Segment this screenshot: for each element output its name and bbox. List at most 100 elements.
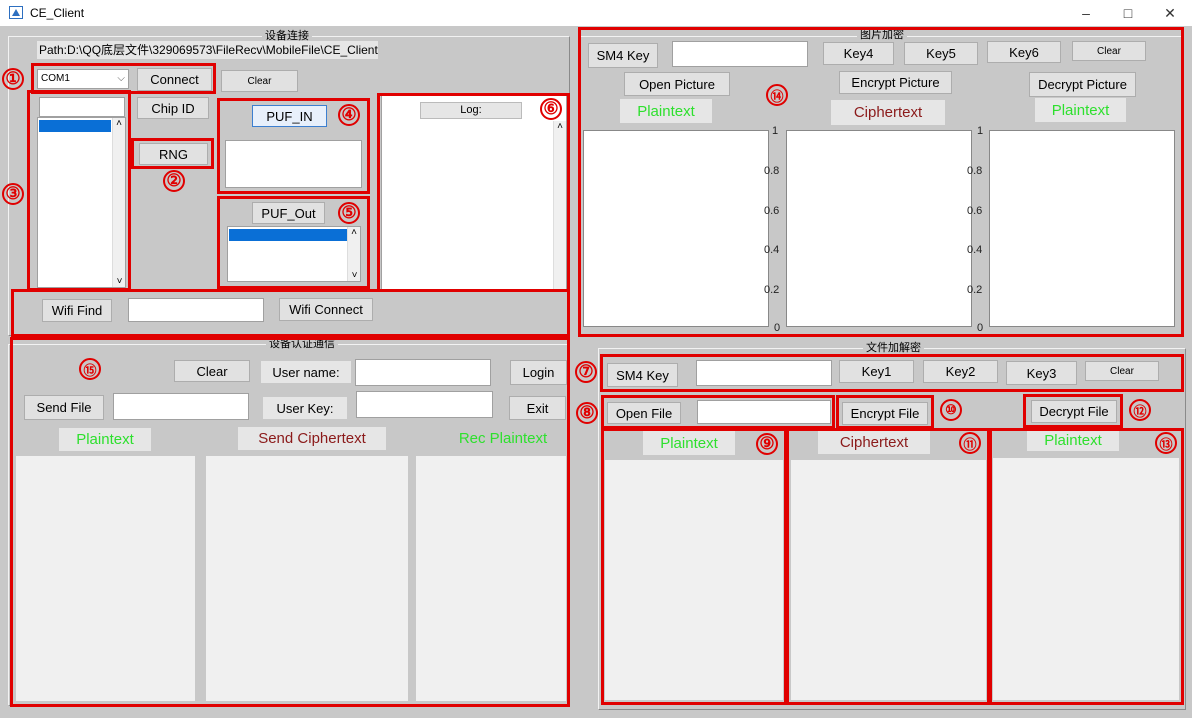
axis3-tick-1: 1 xyxy=(977,125,984,137)
chip-id-button[interactable]: Chip ID xyxy=(137,97,209,119)
file-panel-title: 文件加解密 xyxy=(863,342,924,354)
puf-out-listbox[interactable]: ˄ ˅ xyxy=(227,226,361,282)
image-decrypted-plaintext-label: Plaintext xyxy=(1035,98,1126,122)
key4-button[interactable]: Key4 xyxy=(823,42,894,65)
login-button[interactable]: Login xyxy=(510,360,567,385)
file-ciphertext-label: Ciphertext xyxy=(818,430,930,454)
log-scrollbar[interactable]: ˄ xyxy=(553,121,566,290)
annotation-number-8: ⑧ xyxy=(576,402,598,424)
send-file-button[interactable]: Send File xyxy=(24,395,104,420)
encrypt-file-button[interactable]: Encrypt File xyxy=(842,402,928,425)
auth-plaintext-label: Plaintext xyxy=(59,428,151,451)
decrypted-image-axes[interactable] xyxy=(989,130,1175,327)
auth-panel-title: 设备认证通信 xyxy=(266,338,338,350)
puf-in-button[interactable]: PUF_IN xyxy=(252,105,327,127)
file-clear-button[interactable]: Clear xyxy=(1085,361,1159,381)
file-sm4-key-button[interactable]: SM4 Key xyxy=(607,363,678,387)
device-clear-button[interactable]: Clear xyxy=(221,70,298,92)
exit-button[interactable]: Exit xyxy=(509,396,566,420)
file-decrypted-plaintext-label: Plaintext xyxy=(1027,429,1119,451)
key1-button[interactable]: Key1 xyxy=(839,360,914,383)
listbox-scrollbar[interactable]: ˄ ˅ xyxy=(112,118,125,287)
maximize-button[interactable]: □ xyxy=(1111,2,1145,24)
file-plaintext-label: Plaintext xyxy=(643,431,735,455)
annotation-number-1: ① xyxy=(2,68,24,90)
scroll-down-icon[interactable]: ˅ xyxy=(113,276,126,287)
ciphertext-image-axes[interactable] xyxy=(786,130,972,327)
file-ciphertext-pane[interactable] xyxy=(791,460,986,700)
decrypt-picture-button[interactable]: Decrypt Picture xyxy=(1029,72,1136,97)
annotation-number-15: ⑮ xyxy=(79,358,101,380)
decrypt-file-button[interactable]: Decrypt File xyxy=(1031,400,1117,423)
axis2-tick-0: 0 xyxy=(774,322,781,334)
puf-in-field[interactable] xyxy=(225,140,362,188)
window-title: CE_Client xyxy=(30,6,85,20)
selected-list-item[interactable] xyxy=(39,120,111,132)
puf-out-button[interactable]: PUF_Out xyxy=(252,202,325,224)
key5-button[interactable]: Key5 xyxy=(904,42,978,65)
log-area[interactable]: Log: ˄ xyxy=(381,95,567,291)
auth-clear-button[interactable]: Clear xyxy=(174,360,250,382)
scroll-up-icon[interactable]: ˄ xyxy=(554,121,566,132)
annotation-number-13: ⑬ xyxy=(1155,432,1177,454)
annotation-number-14: ⑭ xyxy=(766,84,788,106)
send-ciphertext-pane[interactable] xyxy=(206,456,408,701)
axis2-tick-1: 1 xyxy=(772,125,779,137)
rec-plaintext-pane[interactable] xyxy=(416,456,566,701)
annotation-number-9: ⑨ xyxy=(756,433,778,455)
image-sm4-key-button[interactable]: SM4 Key xyxy=(588,43,658,68)
userkey-label: User Key: xyxy=(263,397,347,419)
axis2-tick-0.6: 0.6 xyxy=(764,205,780,217)
wifi-find-button[interactable]: Wifi Find xyxy=(42,299,112,322)
send-file-field[interactable] xyxy=(113,393,249,420)
open-file-field[interactable] xyxy=(697,400,831,424)
image-clear-button[interactable]: Clear xyxy=(1072,41,1146,61)
rec-plaintext-label: Rec Plaintext xyxy=(440,427,566,449)
puf-out-scrollbar[interactable]: ˄ ˅ xyxy=(347,227,360,281)
file-decrypted-pane[interactable] xyxy=(993,458,1179,700)
annotation-number-5: ⑤ xyxy=(338,202,360,224)
image-key-field[interactable] xyxy=(672,41,808,67)
puf-out-selected-item[interactable] xyxy=(229,229,347,241)
scroll-up-icon[interactable]: ˄ xyxy=(113,118,125,129)
encrypt-picture-button[interactable]: Encrypt Picture xyxy=(839,71,952,94)
close-button[interactable]: ✕ xyxy=(1153,2,1187,24)
image-ciphertext-label: Ciphertext xyxy=(831,100,945,125)
scroll-up-icon[interactable]: ˄ xyxy=(348,227,360,238)
open-picture-button[interactable]: Open Picture xyxy=(624,72,730,96)
minimize-button[interactable]: – xyxy=(1069,2,1103,24)
image-panel-title: 图片加密 xyxy=(857,29,907,41)
device-listbox[interactable]: ˄ ˅ xyxy=(37,117,126,288)
rng-button[interactable]: RNG xyxy=(139,143,208,165)
key6-button[interactable]: Key6 xyxy=(987,41,1061,63)
annotation-number-6: ⑥ xyxy=(540,98,562,120)
annotation-number-11: ⑪ xyxy=(959,432,981,454)
userkey-field[interactable] xyxy=(356,391,493,418)
axis3-tick-0.8: 0.8 xyxy=(967,165,983,177)
axis3-tick-0: 0 xyxy=(977,322,984,334)
window-titlebar: CE_Client – □ ✕ xyxy=(0,0,1192,26)
chip-id-field[interactable] xyxy=(39,97,125,117)
chevron-down-icon: ⌵ xyxy=(117,73,125,84)
app-icon xyxy=(9,6,23,19)
com-port-value: COM1 xyxy=(41,73,70,84)
send-ciphertext-label: Send Ciphertext xyxy=(238,427,386,450)
open-file-button[interactable]: Open File xyxy=(607,402,681,424)
file-plaintext-pane[interactable] xyxy=(605,460,783,700)
key2-button[interactable]: Key2 xyxy=(923,360,998,383)
key3-button[interactable]: Key3 xyxy=(1006,361,1077,385)
plaintext-image-axes[interactable] xyxy=(583,130,769,327)
username-field[interactable] xyxy=(355,359,491,386)
annotation-number-3: ③ xyxy=(2,183,24,205)
auth-plaintext-pane[interactable] xyxy=(16,456,195,701)
connect-button[interactable]: Connect xyxy=(137,68,212,91)
file-key-field[interactable] xyxy=(696,360,832,386)
username-label: User name: xyxy=(261,361,351,383)
axis2-tick-0.4: 0.4 xyxy=(764,244,780,256)
scroll-down-icon[interactable]: ˅ xyxy=(348,270,361,281)
wifi-field[interactable] xyxy=(128,298,264,322)
com-port-select[interactable]: COM1 ⌵ xyxy=(37,69,129,89)
log-textarea[interactable] xyxy=(382,121,566,290)
wifi-connect-button[interactable]: Wifi Connect xyxy=(279,298,373,321)
axis2-tick-0.8: 0.8 xyxy=(764,165,780,177)
